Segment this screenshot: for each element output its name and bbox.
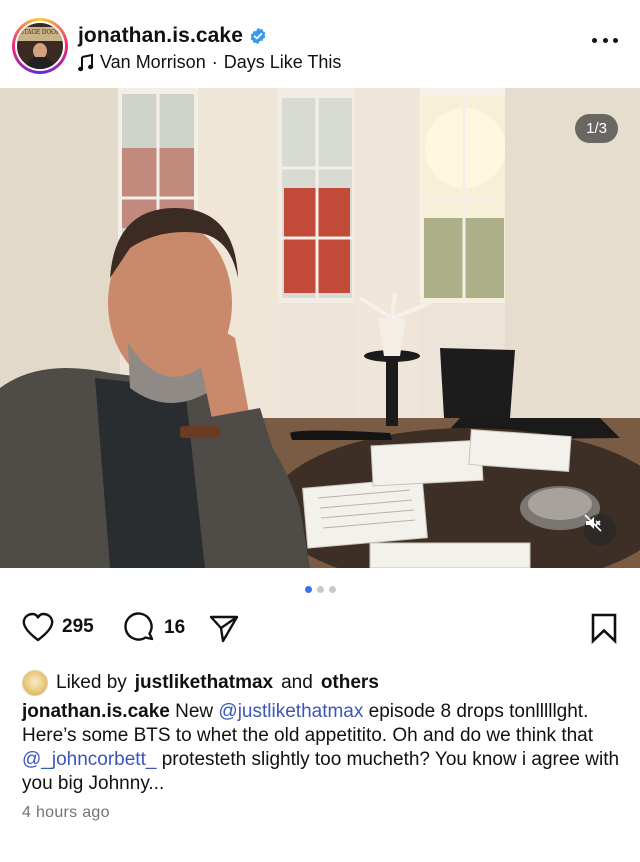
audio-song: Days Like This (223, 52, 342, 72)
music-note-icon (78, 53, 94, 72)
audio-artist: Van Morrison (100, 52, 206, 72)
mute-button[interactable] (584, 514, 616, 546)
comment-bubble-icon (124, 612, 154, 641)
username-row: jonathan.is.cake (78, 24, 267, 48)
paper-plane-icon (209, 615, 239, 643)
carousel-indicator (0, 586, 640, 593)
speaker-muted-icon (584, 514, 602, 532)
post-header: STAGE DOOR jonathan.is.cake Van Morrison… (0, 0, 640, 88)
audio-separator: · (211, 52, 218, 72)
post-image[interactable]: 1/3 (0, 88, 640, 568)
like-button[interactable]: 295 (22, 612, 94, 642)
share-button[interactable] (208, 612, 240, 644)
dot-icon (602, 38, 608, 43)
bookmark-icon (591, 613, 617, 644)
carousel-dot (316, 586, 324, 593)
post-caption: jonathan.is.cake New @justlikethatmax ep… (22, 700, 622, 796)
caption-mention[interactable]: @_johncorbett_ (22, 749, 156, 770)
liker-avatar[interactable] (22, 670, 48, 696)
image-counter-badge: 1/3 (575, 114, 618, 143)
like-count: 295 (62, 616, 94, 637)
verified-badge-icon (249, 27, 267, 45)
avatar-body (27, 57, 53, 69)
action-bar: 295 16 (22, 612, 618, 650)
post-timestamp: 4 hours ago (22, 804, 110, 821)
comment-count: 16 (164, 617, 186, 638)
liked-by-connector: and (281, 672, 313, 693)
liked-by-prefix: Liked by (56, 672, 127, 693)
dot-icon (592, 38, 597, 43)
avatar-sign-text: STAGE DOOR (19, 29, 61, 36)
dot-icon (613, 38, 618, 43)
carousel-dot (328, 586, 336, 593)
liked-by-row[interactable]: Liked by justlikethatmax and others (22, 670, 379, 696)
caption-mention[interactable]: @justlikethatmax (218, 701, 363, 722)
avatar[interactable]: STAGE DOOR (15, 21, 65, 71)
comment-button[interactable]: 16 (124, 612, 185, 644)
caption-username[interactable]: jonathan.is.cake (22, 701, 170, 722)
audio-track[interactable]: Van Morrison · Days Like This (78, 52, 341, 73)
heart-icon (22, 612, 54, 642)
username[interactable]: jonathan.is.cake (78, 24, 243, 48)
carousel-dot-active (304, 586, 312, 593)
story-ring[interactable]: STAGE DOOR (12, 18, 68, 74)
liked-by-others[interactable]: others (321, 672, 379, 694)
liker-username[interactable]: justlikethatmax (135, 672, 273, 694)
more-options-button[interactable] (592, 38, 618, 48)
post-photo-illustration (0, 88, 640, 568)
caption-text: New (175, 701, 214, 722)
save-button[interactable] (590, 612, 618, 644)
